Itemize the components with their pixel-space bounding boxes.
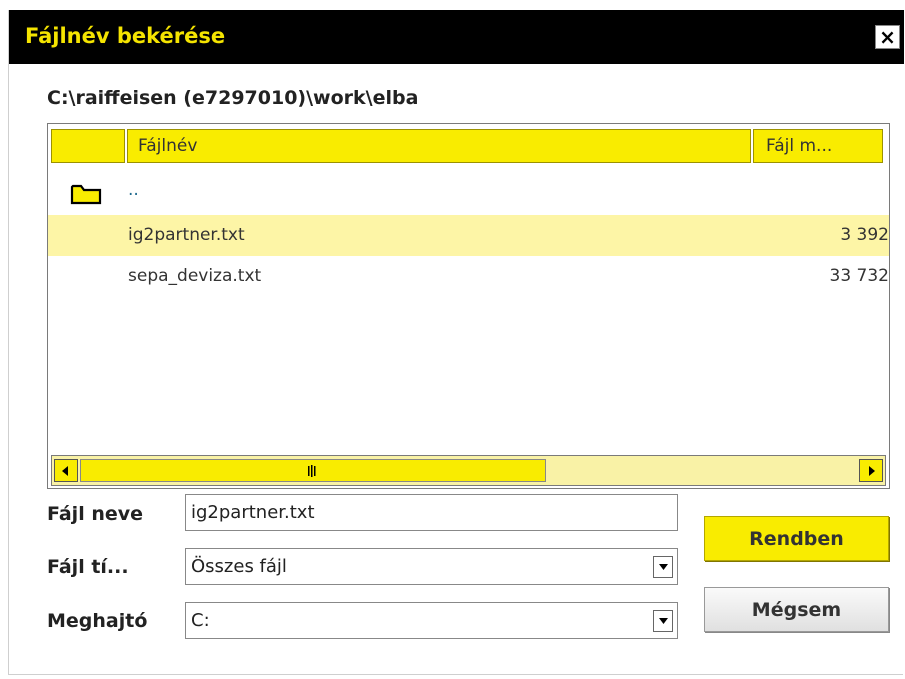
filetype-select[interactable]: Összes fájl (185, 548, 678, 585)
file-name: ig2partner.txt (128, 225, 245, 245)
drive-value: C: (191, 610, 210, 631)
list-item-parent-folder[interactable]: .. (48, 170, 889, 211)
ok-button[interactable]: Rendben (704, 516, 889, 561)
horizontal-scrollbar[interactable] (51, 455, 886, 486)
grip-icon (308, 465, 316, 477)
filetype-dropdown-button[interactable] (653, 556, 673, 578)
folder-icon (70, 184, 102, 205)
file-name: sepa_deviza.txt (128, 266, 262, 286)
column-header-filesize[interactable]: Fájl m... (753, 129, 883, 163)
current-path: C:\raiffeisen (e7297010)\work\elba (47, 87, 419, 109)
arrow-left-icon (62, 465, 68, 476)
file-name: .. (128, 180, 139, 200)
file-name-dialog: Fájlnév bekérése × C:\raiffeisen (e72970… (8, 10, 904, 675)
cancel-button[interactable]: Mégsem (704, 587, 889, 632)
close-icon: × (879, 25, 896, 49)
close-button[interactable]: × (875, 25, 900, 49)
chevron-down-icon (658, 618, 668, 624)
column-header-filename[interactable]: Fájlnév (127, 129, 751, 163)
filename-label: Fájl neve (47, 503, 144, 525)
drive-select[interactable]: C: (185, 602, 678, 639)
list-item-sepa-deviza[interactable]: sepa_deviza.txt 33 732 (48, 256, 889, 297)
drive-label: Meghajtó (47, 610, 148, 632)
scroll-left-button[interactable] (54, 459, 78, 482)
column-header-icon[interactable] (51, 129, 125, 163)
list-item-ig2partner[interactable]: ig2partner.txt 3 392 (48, 215, 889, 256)
filetype-label: Fájl tí... (47, 556, 129, 578)
chevron-down-icon (658, 564, 668, 570)
filename-input[interactable]: ig2partner.txt (185, 494, 678, 531)
file-list[interactable]: Fájlnév Fájl m... .. ig2partner.txt 3 39… (47, 123, 890, 489)
file-size: 3 392 (840, 225, 889, 245)
filetype-value: Összes fájl (191, 556, 287, 577)
file-size: 33 732 (829, 266, 889, 286)
drive-dropdown-button[interactable] (653, 610, 673, 632)
scroll-thumb[interactable] (80, 459, 546, 482)
title-bar[interactable]: Fájlnév bekérése × (9, 10, 904, 64)
arrow-right-icon (869, 465, 875, 476)
scroll-right-button[interactable] (859, 459, 883, 482)
dialog-title: Fájlnév bekérése (25, 24, 226, 48)
